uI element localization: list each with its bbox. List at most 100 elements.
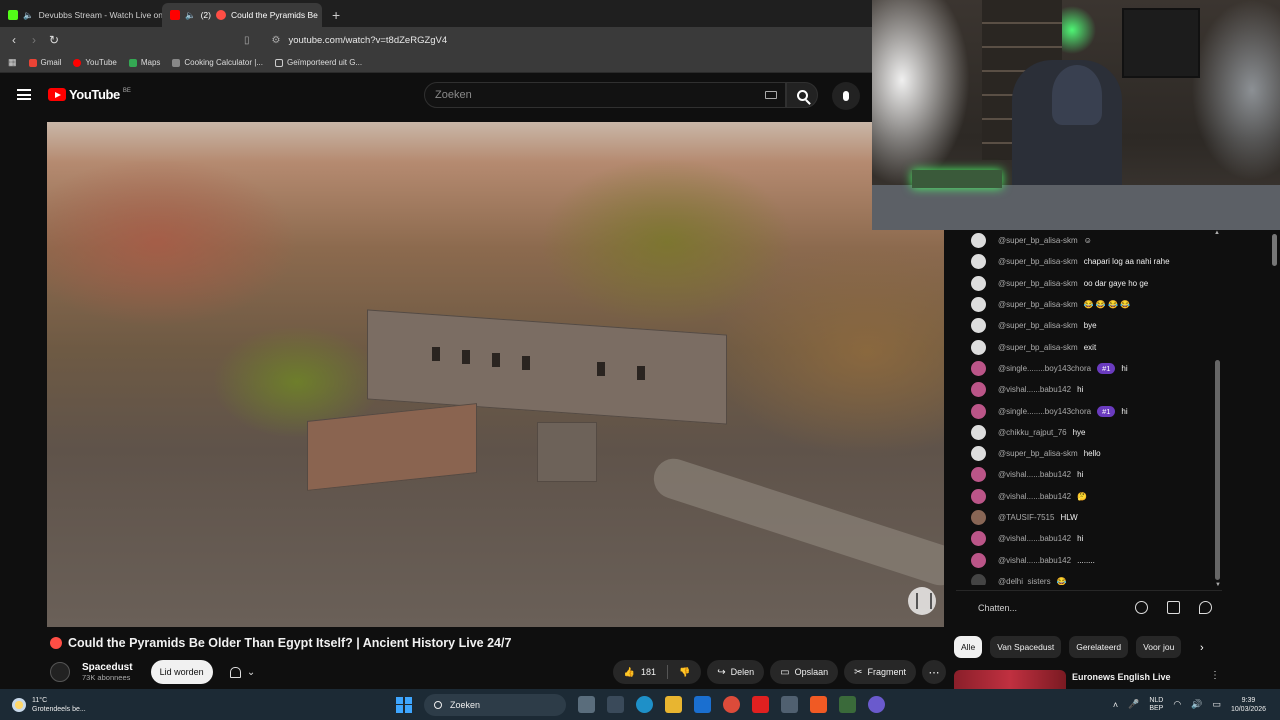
language-indicator[interactable]: NLD BEP — [1149, 697, 1163, 713]
bookmark-youtube[interactable]: YouTube — [73, 58, 117, 67]
chip-for-you[interactable]: Voor jou — [1136, 636, 1182, 658]
chat-avatar[interactable] — [971, 403, 986, 419]
share-button[interactable]: ↪ Delen — [707, 660, 765, 684]
clip-button[interactable]: ✂ Fragment — [844, 660, 916, 684]
chat-author[interactable]: @chikku_rajput_76 — [998, 428, 1067, 437]
chat-author[interactable]: @super_bp_alisa-skm — [998, 449, 1078, 458]
bookmark-icon[interactable]: ▯ — [244, 35, 250, 46]
back-icon[interactable]: ‹ — [4, 33, 24, 47]
channel-name[interactable]: Spacedust — [82, 662, 133, 673]
chat-avatar[interactable] — [971, 275, 986, 291]
chat-avatar[interactable] — [971, 424, 986, 440]
chat-avatar[interactable] — [971, 297, 986, 313]
chat-author[interactable]: @vishal......babu142 — [998, 470, 1071, 479]
clock[interactable]: 9:39 10/03/2026 — [1231, 696, 1266, 714]
emoji-icon[interactable] — [1135, 601, 1149, 614]
browser-tab-youtube[interactable]: 🔈 (2) Could the Pyramids Be ✕ — [162, 3, 322, 27]
chat-message[interactable]: @vishal......babu142 hi — [956, 379, 1214, 400]
chat-author[interactable]: @super_bp_alisa-skm — [998, 236, 1078, 245]
chat-author[interactable]: @vishal......babu142 — [998, 385, 1071, 394]
chat-message[interactable]: @chikku_rajput_76 hye — [956, 422, 1214, 443]
chat-message[interactable]: @delhi_sisters 😂 — [956, 571, 1214, 585]
site-info-icon[interactable]: ⚙ — [272, 35, 281, 46]
search-button[interactable] — [786, 82, 818, 108]
calculator-icon[interactable] — [781, 696, 798, 713]
notification-bell-button[interactable]: ⌄ — [223, 660, 263, 684]
scroll-up-icon[interactable]: ▲ — [1214, 230, 1220, 236]
page-scrollbar[interactable] — [1272, 234, 1277, 266]
chat-avatar[interactable] — [971, 233, 986, 249]
chat-author[interactable]: @vishal......babu142 — [998, 556, 1071, 565]
chat-author[interactable]: @vishal......babu142 — [998, 492, 1071, 501]
chat-message[interactable]: @vishal......babu142........ — [956, 549, 1214, 570]
reload-icon[interactable]: ↻ — [44, 33, 64, 47]
chat-avatar[interactable] — [971, 254, 986, 270]
youtube-app-icon[interactable] — [752, 696, 769, 713]
chip-from-channel[interactable]: Van Spacedust — [990, 636, 1062, 658]
store-icon[interactable] — [607, 696, 624, 713]
chevron-up-icon[interactable]: ˄ — [1113, 700, 1118, 710]
chip-all[interactable]: Alle — [954, 636, 983, 658]
chat-message[interactable]: @super_bp_alisa-skm 😂 😂 😂 😂 — [956, 294, 1214, 315]
chat-input[interactable] — [978, 602, 1117, 613]
chat-message[interactable]: @TAUSIF-7515 HLW — [956, 507, 1214, 528]
chat-author[interactable]: @vishal......babu142 — [998, 534, 1071, 543]
chat-avatar[interactable] — [971, 573, 986, 585]
outlook-icon[interactable] — [694, 696, 711, 713]
chip-related[interactable]: Gerelateerd — [1069, 636, 1129, 658]
mic-tray-icon[interactable]: 🎤 — [1128, 699, 1139, 710]
chat-author[interactable]: @super_bp_alisa-skm — [998, 279, 1078, 288]
super-chat-icon[interactable] — [1167, 601, 1181, 614]
chat-avatar[interactable] — [971, 510, 986, 525]
bookmark-gmail[interactable]: Gmail — [28, 58, 61, 67]
browser-tab-devubbs[interactable]: 🔈 Devubbs Stream - Watch Live on — [0, 3, 162, 27]
search-input[interactable] — [425, 83, 745, 107]
scroll-down-icon[interactable]: ▼ — [1215, 582, 1221, 588]
app-icon[interactable] — [839, 696, 856, 713]
file-explorer-icon[interactable] — [665, 696, 682, 713]
chat-avatar[interactable] — [971, 339, 986, 355]
recommendation-title[interactable]: Euronews English Live — [1072, 672, 1171, 682]
heart-icon[interactable] — [1199, 601, 1212, 614]
brave-icon[interactable] — [810, 696, 827, 713]
recommendation-item[interactable]: Euronews English Live ⋮ — [954, 670, 1224, 690]
chat-avatar[interactable] — [971, 488, 986, 504]
recommendation-thumbnail[interactable] — [954, 670, 1066, 690]
url-field[interactable]: ▯ ⚙ youtube.com/watch?v=t8dZeRGZgV4 — [244, 35, 447, 46]
voice-search-button[interactable] — [832, 82, 860, 110]
edge-icon[interactable] — [636, 696, 653, 713]
chat-avatar[interactable] — [971, 467, 986, 483]
chat-avatar[interactable] — [971, 531, 986, 547]
chat-avatar[interactable] — [971, 382, 986, 398]
chat-author[interactable]: @super_bp_alisa-skm — [998, 343, 1078, 352]
chat-message[interactable]: @single........boy143chora #1 hi — [956, 400, 1214, 421]
chat-message[interactable]: @super_bp_alisa-skm exit — [956, 336, 1214, 357]
chrome-icon[interactable] — [723, 696, 740, 713]
chat-author[interactable]: @super_bp_alisa-skm — [998, 300, 1078, 309]
windows-start-icon[interactable] — [396, 696, 412, 713]
dislike-button[interactable]: 👎 — [668, 660, 701, 684]
chat-message[interactable]: @super_bp_alisa-skm chapari log aa nahi r… — [956, 251, 1214, 272]
bookmark-cooking-calculator[interactable]: Cooking Calculator |... — [172, 58, 263, 67]
forward-icon[interactable]: › — [24, 33, 44, 47]
volume-icon[interactable]: 🔊 — [1191, 699, 1202, 710]
chat-author[interactable]: @single........boy143chora — [998, 364, 1091, 373]
chat-message[interactable]: @super_bp_alisa-skm ☺ — [956, 230, 1214, 251]
menu-icon[interactable] — [17, 89, 31, 100]
join-button[interactable]: Lid worden — [150, 660, 213, 684]
chat-message[interactable]: @super_bp_alisa-skm hello — [956, 443, 1214, 464]
task-view-icon[interactable] — [578, 696, 595, 713]
chat-message[interactable]: @vishal......babu142 🤔 — [956, 486, 1214, 507]
chat-avatar[interactable] — [971, 446, 986, 462]
chat-avatar[interactable] — [971, 360, 986, 376]
chat-avatar[interactable] — [971, 552, 986, 568]
keyboard-icon[interactable] — [765, 91, 777, 99]
discord-icon[interactable] — [868, 696, 885, 713]
save-button[interactable]: ▭ Opslaan — [770, 660, 839, 684]
video-player[interactable] — [47, 122, 944, 627]
chat-avatar[interactable] — [971, 318, 986, 334]
chat-author[interactable]: @TAUSIF-7515 — [998, 513, 1054, 522]
more-actions-icon[interactable]: ⋯ — [922, 660, 946, 684]
battery-icon[interactable]: ▭ — [1212, 699, 1221, 710]
taskbar-search[interactable]: Zoeken — [424, 693, 566, 716]
